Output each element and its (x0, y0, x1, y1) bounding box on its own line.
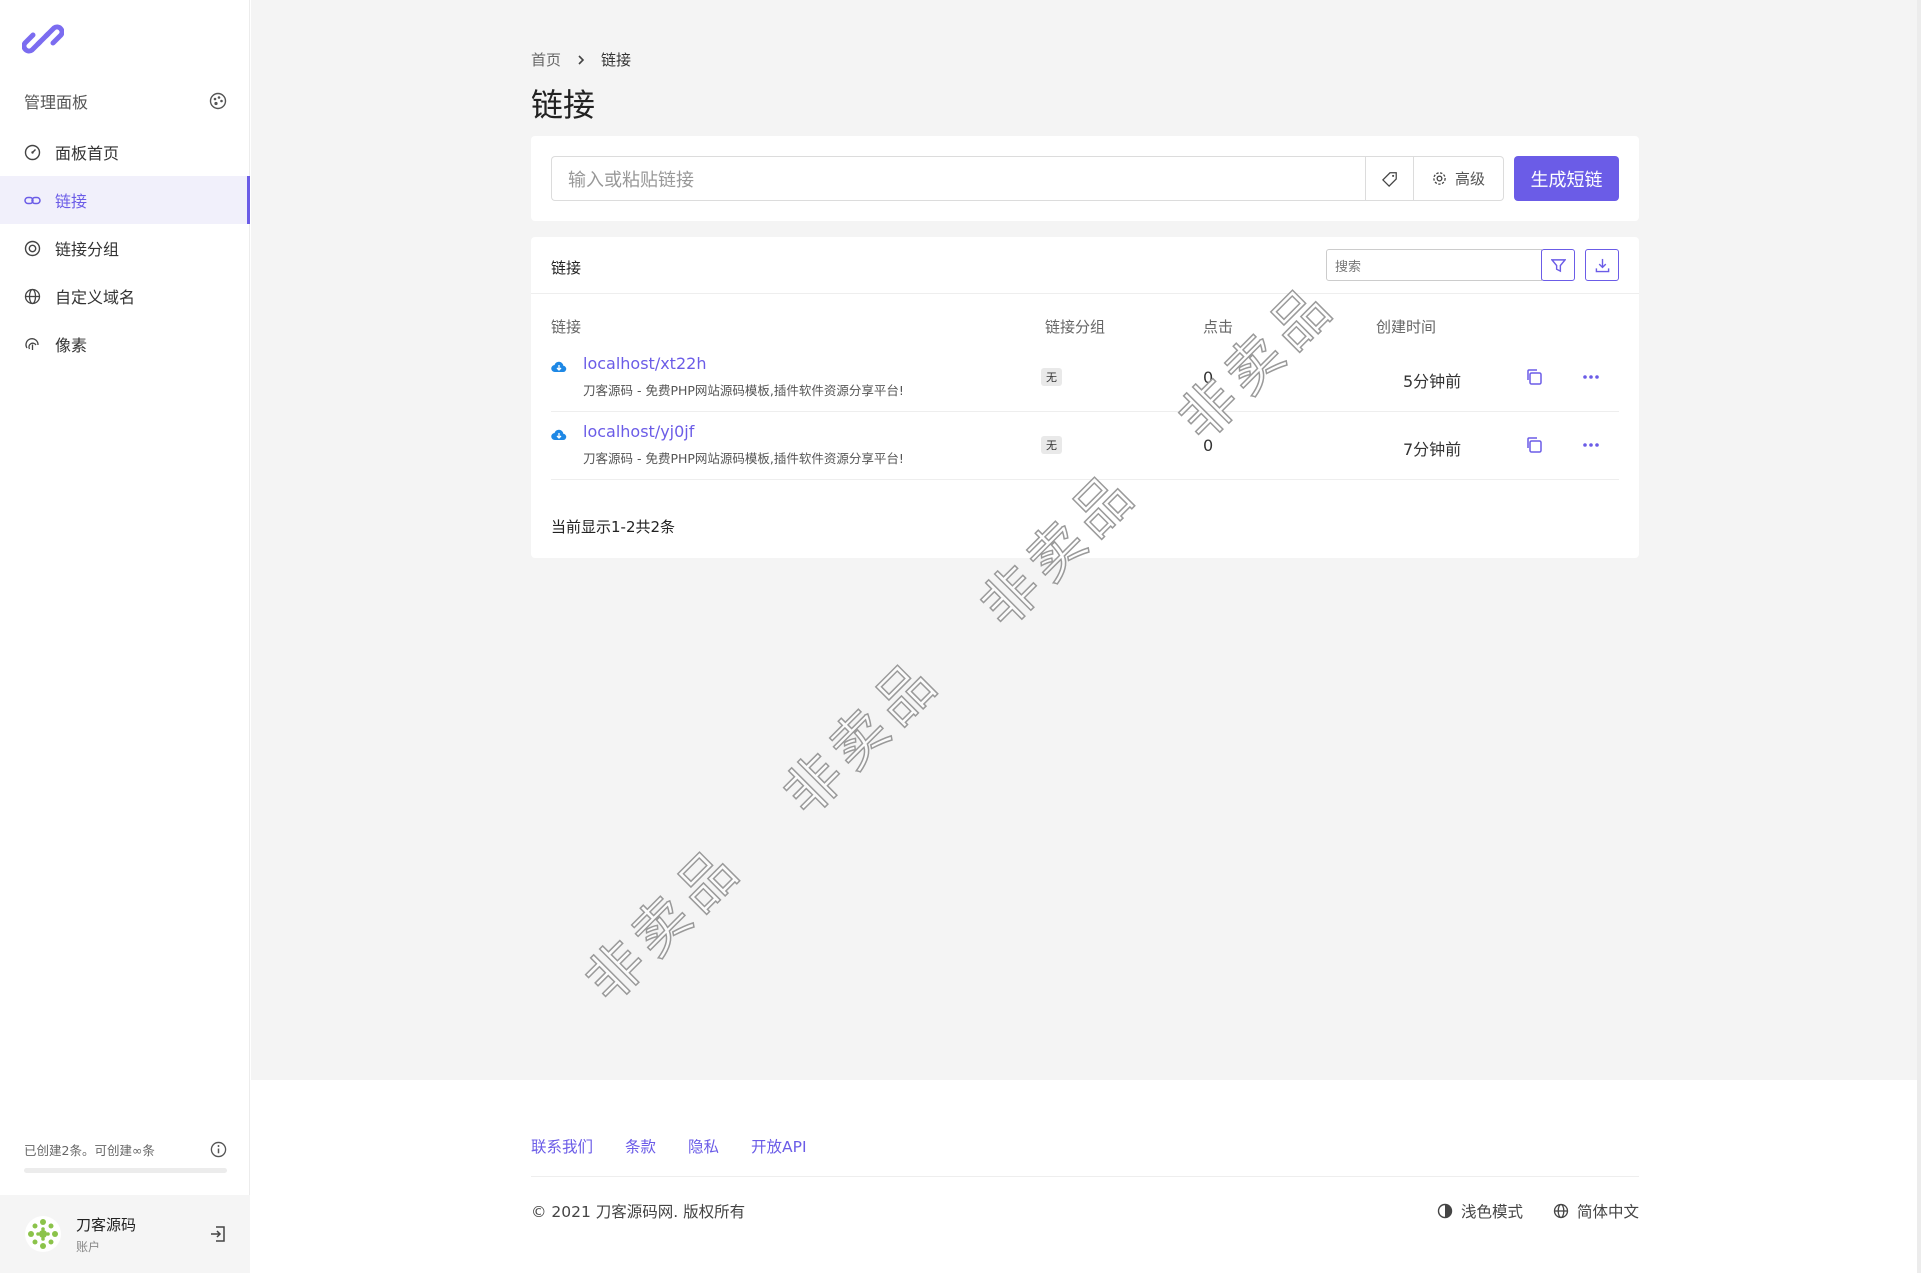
table-row: localhost/xt22h 刀客源码 - 免费PHP网站源码模板,插件软件资… (551, 344, 1619, 412)
account-name: 刀客源码 (76, 1215, 137, 1234)
account-role: 账户 (76, 1239, 101, 1254)
quota-text: 已创建2条。可创建∞条 (24, 1143, 155, 1158)
card-title: 链接 (551, 259, 582, 277)
sidebar-nav: 面板首页 链接 链接分组 自定义域名 像素 (0, 128, 250, 368)
avatar[interactable] (24, 1215, 62, 1253)
cloud-download-icon (551, 429, 567, 441)
column-header-clicks: 点击 (1203, 318, 1234, 336)
footer-links: 联系我们 条款 隐私 开放API (531, 1135, 807, 1157)
link-title: 刀客源码 - 免费PHP网站源码模板,插件软件资源分享平台! (583, 383, 904, 398)
breadcrumb: 首页 链接 (531, 49, 631, 70)
link-title: 刀客源码 - 免费PHP网站源码模板,插件软件资源分享平台! (583, 451, 904, 466)
breadcrumb-current: 链接 (601, 51, 632, 69)
shorten-button[interactable]: 生成短链 (1514, 156, 1619, 201)
palette-icon[interactable] (209, 92, 227, 110)
fingerprint-icon (25, 337, 39, 350)
language-selector[interactable]: 简体中文 (1553, 1200, 1639, 1222)
sidebar-item-domains[interactable]: 自定义域名 (0, 272, 250, 320)
scrollbar[interactable] (1917, 0, 1921, 1273)
search-input[interactable]: 搜索 (1326, 249, 1542, 281)
short-link[interactable]: localhost/yj0jf (583, 422, 694, 441)
chevron-right-icon (578, 54, 585, 65)
pagination-text: 当前显示1-2共2条 (551, 518, 676, 536)
footer-link-terms[interactable]: 条款 (625, 1135, 656, 1157)
shorten-form: 输入或粘贴链接 高级 生成短链 (531, 136, 1639, 221)
more-icon[interactable] (1581, 437, 1601, 453)
globe-icon (24, 288, 41, 304)
group-badge: 无 (1041, 436, 1062, 454)
sidebar-item-dashboard[interactable]: 面板首页 (0, 128, 250, 176)
target-icon (24, 240, 41, 256)
sidebar-item-pixels[interactable]: 像素 (0, 320, 250, 368)
advanced-label: 高级 (1454, 170, 1485, 188)
quota-info: 已创建2条。可创建∞条 (24, 1140, 227, 1159)
sidebar-item-label: 链接 (55, 192, 88, 211)
tag-icon (1381, 171, 1397, 187)
quota-progress-bar (24, 1168, 227, 1173)
footer-inner: 联系我们 条款 隐私 开放API © 2021 刀客源码网. 版权所有 浅色模式… (531, 1080, 1639, 1273)
account-panel: 刀客源码 账户 (0, 1195, 250, 1273)
account-text: 刀客源码 账户 (76, 1214, 208, 1255)
more-icon[interactable] (1581, 369, 1601, 385)
theme-toggle[interactable]: 浅色模式 (1437, 1200, 1523, 1222)
card-header: 链接 搜索 (531, 237, 1639, 294)
column-header-group: 链接分组 (1045, 318, 1106, 336)
theme-label: 浅色模式 (1460, 1203, 1523, 1221)
copy-icon[interactable] (1525, 368, 1543, 386)
link-icon (24, 196, 41, 204)
footer-link-api[interactable]: 开放API (751, 1135, 807, 1157)
links-card: 链接 搜索 链接 链接分组 点击 创建时间 localhost/xt22h 刀客… (531, 237, 1639, 558)
filter-button[interactable] (1541, 249, 1575, 281)
footer-link-contact[interactable]: 联系我们 (531, 1135, 593, 1157)
download-icon (1595, 258, 1609, 272)
column-header-link: 链接 (551, 318, 582, 336)
sidebar: 管理面板 面板首页 链接 链接分组 自定义域名 像素 已创建2条。可创建∞条 刀… (0, 0, 250, 1273)
menu-title-label: 管理面板 (24, 93, 89, 112)
footer-link-privacy[interactable]: 隐私 (688, 1135, 719, 1157)
main-area: 首页 链接 链接 输入或粘贴链接 高级 生成短链 链接 搜索 链接 链接分组 点… (251, 0, 1921, 1080)
globe-icon (1553, 1203, 1569, 1219)
advanced-button[interactable]: 高级 (1414, 156, 1504, 201)
footer-controls: 浅色模式 简体中文 (1437, 1200, 1639, 1222)
sidebar-item-label: 像素 (55, 336, 88, 355)
footer-divider (531, 1176, 1639, 1177)
click-count: 0 (1203, 436, 1214, 455)
tag-button[interactable] (1365, 156, 1414, 201)
breadcrumb-home[interactable]: 首页 (531, 49, 561, 70)
cloud-download-icon (551, 361, 567, 373)
sidebar-item-label: 自定义域名 (55, 288, 136, 307)
table-row: localhost/yj0jf 刀客源码 - 免费PHP网站源码模板,插件软件资… (551, 412, 1619, 480)
gear-icon (1433, 172, 1446, 185)
column-header-created: 创建时间 (1376, 318, 1437, 336)
logo-icon[interactable] (22, 18, 64, 60)
export-button[interactable] (1585, 249, 1619, 281)
sidebar-item-links[interactable]: 链接 (0, 176, 250, 224)
dashboard-icon (24, 144, 41, 160)
logout-icon[interactable] (208, 1224, 228, 1244)
menu-title: 管理面板 (24, 89, 227, 113)
group-badge: 无 (1041, 368, 1062, 386)
copy-icon[interactable] (1525, 436, 1543, 454)
created-time: 7分钟前 (1403, 440, 1462, 459)
filter-icon (1550, 258, 1566, 272)
created-time: 5分钟前 (1403, 372, 1462, 391)
sidebar-item-label: 面板首页 (55, 144, 120, 163)
sidebar-item-label: 链接分组 (55, 240, 120, 259)
click-count: 0 (1203, 368, 1214, 387)
url-input[interactable]: 输入或粘贴链接 (551, 156, 1365, 201)
info-icon[interactable] (210, 1141, 227, 1158)
language-label: 简体中文 (1576, 1203, 1639, 1221)
footer: 联系我们 条款 隐私 开放API © 2021 刀客源码网. 版权所有 浅色模式… (251, 1080, 1917, 1273)
short-link[interactable]: localhost/xt22h (583, 354, 706, 373)
page-title: 链接 (531, 86, 596, 124)
copyright: © 2021 刀客源码网. 版权所有 (531, 1203, 746, 1221)
sidebar-item-link-groups[interactable]: 链接分组 (0, 224, 250, 272)
contrast-icon (1437, 1203, 1453, 1219)
